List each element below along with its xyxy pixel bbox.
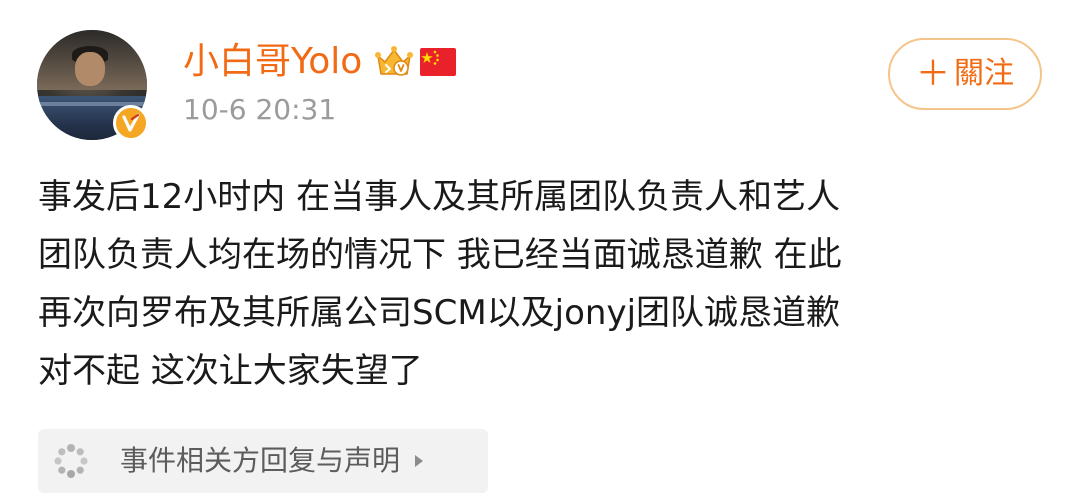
verified-badge-icon xyxy=(113,105,149,141)
username-row: 小白哥Yolo xyxy=(183,40,457,84)
verified-v-icon xyxy=(122,113,140,132)
avatar-face xyxy=(75,52,105,86)
post-timestamp: 10-6 20:31 xyxy=(183,93,337,126)
post-content-line: 事发后12小时内 在当事人及其所属团队负责人和艺人 xyxy=(38,177,841,217)
china-flag-icon xyxy=(420,48,457,76)
plus-icon: ＋ xyxy=(916,54,950,94)
post-content-line: 再次向罗布及其所属公司SCM以及jonyj团队诚恳道歉 xyxy=(38,293,841,333)
follow-button-label: 關注 xyxy=(954,56,1014,91)
loading-dots-icon xyxy=(54,444,88,478)
topic-card[interactable]: 事件相关方回复与声明 xyxy=(38,429,488,493)
weibo-post: 小白哥Yolo 10-6 20:31 ＋ 關注 事发后12小时内 在当事人及其所… xyxy=(0,0,1080,503)
vip-crown-icon[interactable] xyxy=(374,44,414,80)
topic-card-label: 事件相关方回复与声明 xyxy=(120,444,401,477)
triangle-right-icon xyxy=(415,455,424,467)
post-content: 事发后12小时内 在当事人及其所属团队负责人和艺人 团队负责人均在场的情况下 我… xyxy=(38,168,1048,400)
post-content-line: 团队负责人均在场的情况下 我已经当面诚恳道歉 在此 xyxy=(38,235,842,275)
post-content-line: 对不起 这次让大家失望了 xyxy=(38,351,423,391)
follow-button[interactable]: ＋ 關注 xyxy=(888,38,1042,110)
username[interactable]: 小白哥Yolo xyxy=(183,40,362,84)
